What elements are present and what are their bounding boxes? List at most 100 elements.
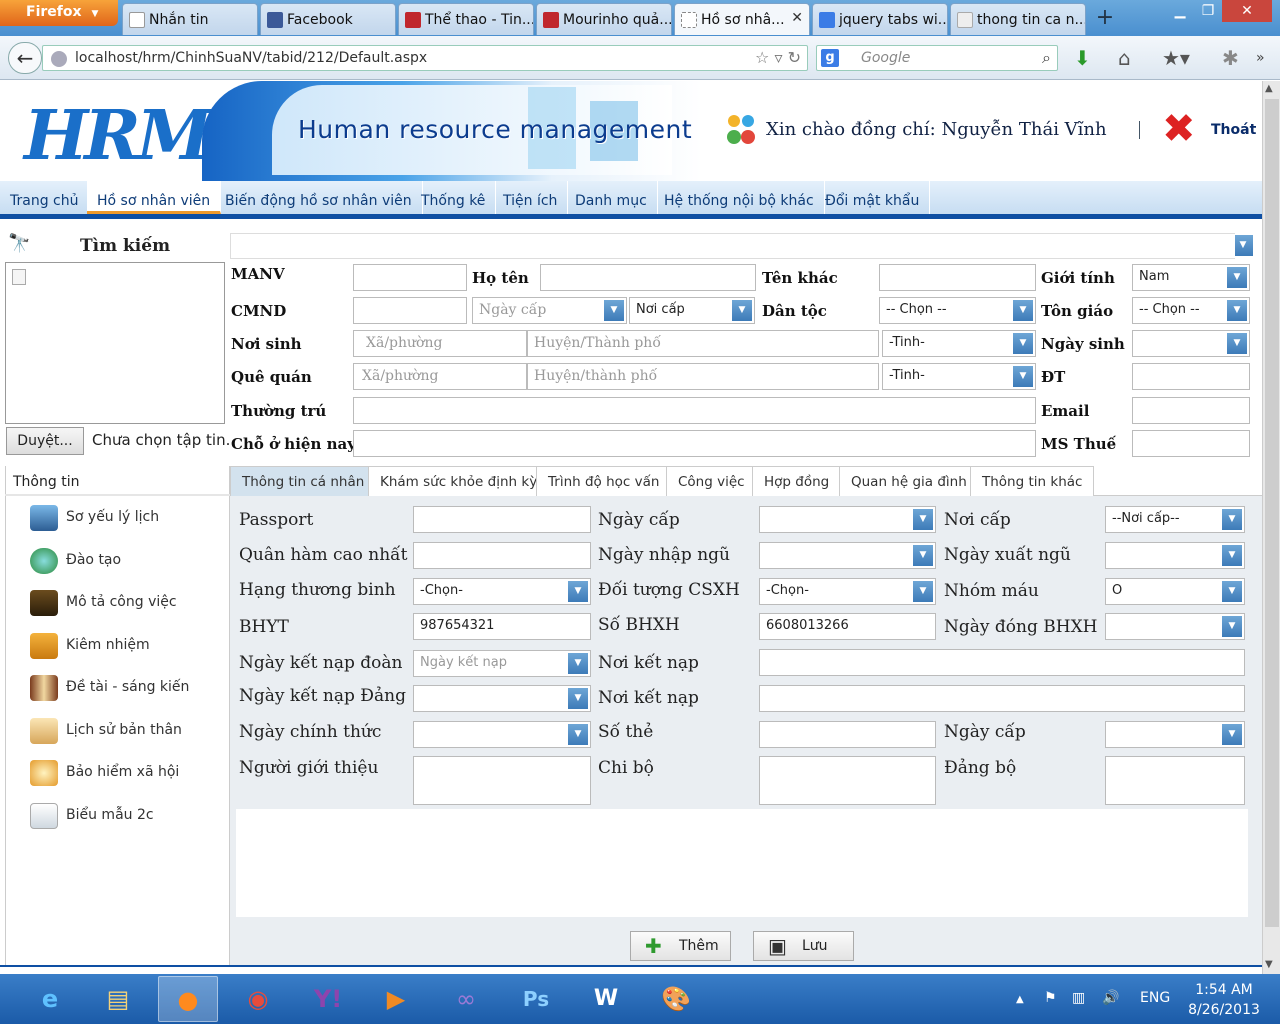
tab-family[interactable]: Quan hệ gia đình <box>839 466 979 496</box>
download-icon[interactable]: ⬇ <box>1074 46 1091 70</box>
browser-tab[interactable]: Mourinho quả... <box>536 3 672 35</box>
browser-tab[interactable]: Thể thao - Tin... <box>398 3 534 35</box>
tab-other-info[interactable]: Thông tin khác <box>970 466 1095 496</box>
party-committee-textarea[interactable] <box>1105 756 1245 805</box>
firefox-icon[interactable]: ● <box>158 976 218 1022</box>
tab-contract[interactable]: Hợp đồng <box>752 466 842 496</box>
visual-studio-icon[interactable]: ∞ <box>436 976 496 1022</box>
manv-input[interactable] <box>353 264 467 291</box>
chevron-down-icon[interactable]: ▼ <box>1235 235 1253 256</box>
browser-tab[interactable]: jquery tabs wi... <box>812 3 948 35</box>
clock[interactable]: 1:54 AM 8/26/2013 <box>1186 980 1262 1020</box>
birth-province-select[interactable]: -Tinh- ▼ <box>882 330 1036 357</box>
url-bar[interactable]: localhost/hrm/ChinhSuaNV/tabid/212/Defau… <box>42 45 808 71</box>
yahoo-messenger-icon[interactable]: Y! <box>298 976 358 1022</box>
addon-icon[interactable]: ✱ <box>1222 46 1239 70</box>
menu-item-catalog[interactable]: Danh mục <box>565 181 658 214</box>
party-cell-textarea[interactable] <box>759 756 936 805</box>
gender-select[interactable]: Nam ▼ <box>1132 264 1250 291</box>
chrome-icon[interactable]: ◉ <box>228 976 288 1022</box>
fullname-input[interactable] <box>540 264 756 291</box>
issue-place-select[interactable]: Nơi cấp ▼ <box>629 297 755 324</box>
save-button[interactable]: ▣ Lưu <box>753 931 854 961</box>
hometown-province-select[interactable]: -Tinh- ▼ <box>882 363 1036 390</box>
hometown-ward-input[interactable]: Xã/phường <box>353 363 527 390</box>
insurance-date-select[interactable]: ▼ <box>1105 613 1245 640</box>
tray-chevron-icon[interactable]: ▲ <box>1016 994 1024 1005</box>
minimize-button[interactable]: ▁ <box>1166 0 1194 22</box>
passport-input[interactable] <box>413 506 591 533</box>
browser-tab[interactable]: Nhắn tin <box>122 3 258 35</box>
logout-link[interactable]: Thoát <box>1211 122 1256 138</box>
language-indicator[interactable]: ENG <box>1140 990 1170 1006</box>
ie-icon[interactable]: e <box>20 976 80 1022</box>
youth-union-date-select[interactable]: Ngày kết nạp ▼ <box>413 650 591 677</box>
tab-education[interactable]: Trình độ học vấn <box>536 466 672 496</box>
party-date-select[interactable]: ▼ <box>413 685 591 712</box>
referrer-textarea[interactable] <box>413 756 591 805</box>
other-name-input[interactable] <box>879 264 1036 291</box>
tax-code-input[interactable] <box>1132 430 1250 457</box>
action-center-icon[interactable]: ⚑ <box>1044 990 1057 1006</box>
close-red-icon[interactable]: ✖ <box>1162 109 1196 149</box>
close-tab-icon[interactable]: ✕ <box>791 10 803 26</box>
birth-ward-input[interactable]: Xã/phường <box>353 330 527 357</box>
email-input[interactable] <box>1132 397 1250 424</box>
menu-item-change-password[interactable]: Đổi mật khẩu <box>815 181 931 214</box>
ethnicity-select[interactable]: -- Chọn -- ▼ <box>879 297 1036 324</box>
religion-select[interactable]: -- Chọn -- ▼ <box>1132 297 1250 324</box>
search-bar[interactable]: g Google ⌕ <box>816 45 1058 71</box>
tab-personal-info[interactable]: Thông tin cá nhân <box>230 466 377 496</box>
tab-work[interactable]: Công việc <box>666 466 757 496</box>
card-issue-date-select[interactable]: ▼ <box>1105 721 1245 748</box>
new-tab-button[interactable]: + <box>1090 4 1120 34</box>
menu-item-profile-changes[interactable]: Biến động hồ sơ nhân viên <box>215 181 423 214</box>
employee-select[interactable]: ▼ <box>230 233 1255 259</box>
enlistment-date-select[interactable]: ▼ <box>759 542 936 569</box>
network-icon[interactable]: ▥ <box>1072 990 1085 1006</box>
word-icon[interactable]: W <box>576 976 636 1022</box>
scrollbar-thumb[interactable] <box>1265 99 1279 927</box>
youth-union-place-input[interactable] <box>759 649 1245 676</box>
menu-item-other-systems[interactable]: Hệ thống nội bộ khác <box>654 181 825 214</box>
card-number-input[interactable] <box>759 721 936 748</box>
browser-tab[interactable]: Facebook <box>260 3 396 35</box>
official-date-select[interactable]: ▼ <box>413 721 591 748</box>
close-window-button[interactable]: ✕ <box>1222 0 1272 22</box>
volume-icon[interactable]: 🔊 <box>1102 990 1119 1006</box>
explorer-icon[interactable]: ▤ <box>88 976 148 1022</box>
birth-district-input[interactable]: Huyện/Thành phố <box>527 330 879 357</box>
health-insurance-input[interactable]: 987654321 <box>413 613 591 640</box>
scroll-up-icon[interactable]: ▲ <box>1265 83 1273 94</box>
permanent-address-input[interactable] <box>353 397 1036 424</box>
blood-type-select[interactable]: O ▼ <box>1105 578 1245 605</box>
menu-item-statistics[interactable]: Thống kê <box>411 181 497 214</box>
paint-icon[interactable]: 🎨 <box>646 976 706 1022</box>
menu-item-utilities[interactable]: Tiện ích <box>493 181 569 214</box>
page-scrollbar[interactable]: ▲ ▼ <box>1262 81 1280 974</box>
phone-input[interactable] <box>1132 363 1250 390</box>
hrm-logo[interactable]: HRM <box>12 91 212 176</box>
bookmark-star-icon[interactable]: ☆ ▿ ↻ <box>755 48 801 67</box>
maximize-button[interactable]: ❐ <box>1194 0 1222 22</box>
back-button[interactable]: ← <box>8 42 42 74</box>
menu-item-employee-profile[interactable]: Hồ sơ nhân viên <box>87 181 222 214</box>
overflow-icon[interactable]: » <box>1256 50 1265 66</box>
firefox-menu-button[interactable]: Firefox ▼ <box>0 0 118 26</box>
browser-tab[interactable]: thong tin ca n... <box>950 3 1086 35</box>
issue-date-select[interactable]: Ngày cấp ▼ <box>472 297 627 324</box>
add-button[interactable]: ✚ Thêm <box>630 931 731 961</box>
scroll-down-icon[interactable]: ▼ <box>1265 959 1273 970</box>
passport-issue-date-select[interactable]: ▼ <box>759 506 936 533</box>
url-text[interactable]: localhost/hrm/ChinhSuaNV/tabid/212/Defau… <box>75 50 427 66</box>
hometown-district-input[interactable]: Huyện/thành phố <box>527 363 879 390</box>
tab-health-check[interactable]: Khám sức khỏe định kỳ <box>368 466 550 496</box>
bookmarks-icon[interactable]: ★▾ <box>1162 46 1190 70</box>
military-rank-input[interactable] <box>413 542 591 569</box>
current-address-input[interactable] <box>353 430 1036 457</box>
id-card-input[interactable] <box>353 297 467 324</box>
discharge-date-select[interactable]: ▼ <box>1105 542 1245 569</box>
invalid-grade-select[interactable]: -Chọn- ▼ <box>413 578 591 605</box>
media-player-icon[interactable]: ▶ <box>366 976 426 1022</box>
browse-button[interactable]: Duyệt... <box>6 427 84 455</box>
